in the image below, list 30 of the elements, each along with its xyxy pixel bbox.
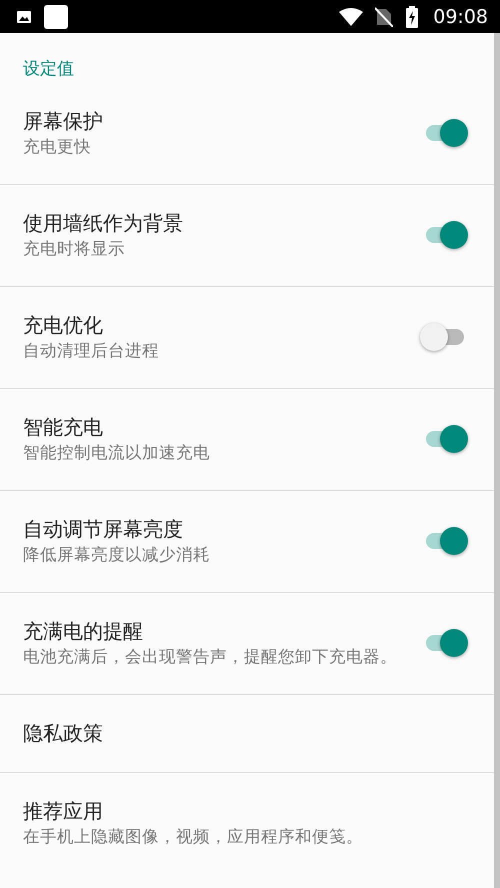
setting-subtitle: 智能控制电流以加速充电 bbox=[23, 442, 211, 464]
settings-row[interactable]: 使用墙纸作为背景 充电时将显示 bbox=[0, 185, 494, 287]
setting-title: 充电优化 bbox=[23, 312, 104, 339]
setting-subtitle: 充电更快 bbox=[23, 136, 92, 158]
setting-title: 充满电的提醒 bbox=[23, 618, 144, 645]
settings-row[interactable]: 充满电的提醒 电池充满后，会出现警告声，提醒您卸下充电器。 bbox=[0, 593, 494, 695]
setting-title: 推荐应用 bbox=[23, 798, 104, 825]
wifi-icon bbox=[339, 8, 364, 26]
settings-row[interactable]: 屏幕保护 充电更快 bbox=[0, 83, 494, 185]
setting-subtitle: 充电时将显示 bbox=[23, 238, 126, 260]
setting-subtitle: 自动清理后台进程 bbox=[23, 340, 160, 362]
setting-title: 屏幕保护 bbox=[23, 108, 104, 135]
setting-title: 智能充电 bbox=[23, 414, 104, 441]
section-title: 设定值 bbox=[23, 58, 74, 80]
setting-subtitle: 降低屏幕亮度以减少消耗 bbox=[23, 544, 211, 566]
clock-time: 09:08 bbox=[433, 6, 488, 28]
setting-title: 使用墙纸作为背景 bbox=[23, 210, 184, 237]
notification-icon bbox=[44, 4, 68, 28]
settings-row[interactable]: 智能充电 智能控制电流以加速充电 bbox=[0, 389, 494, 491]
image-icon bbox=[16, 8, 32, 24]
scrollbar[interactable] bbox=[494, 33, 500, 888]
no-sim-icon bbox=[375, 6, 394, 26]
setting-title: 自动调节屏幕亮度 bbox=[23, 516, 184, 543]
settings-row[interactable]: 自动调节屏幕亮度 降低屏幕亮度以减少消耗 bbox=[0, 491, 494, 593]
setting-subtitle: 电池充满后，会出现警告声，提醒您卸下充电器。 bbox=[23, 646, 398, 668]
setting-subtitle: 在手机上隐藏图像，视频，应用程序和便笺。 bbox=[23, 826, 364, 848]
settings-row[interactable]: 推荐应用 在手机上隐藏图像，视频，应用程序和便笺。 bbox=[0, 773, 494, 874]
settings-row[interactable]: 充电优化 自动清理后台进程 bbox=[0, 287, 494, 389]
battery-charging-icon bbox=[405, 6, 420, 28]
setting-title: 隐私政策 bbox=[23, 720, 104, 747]
